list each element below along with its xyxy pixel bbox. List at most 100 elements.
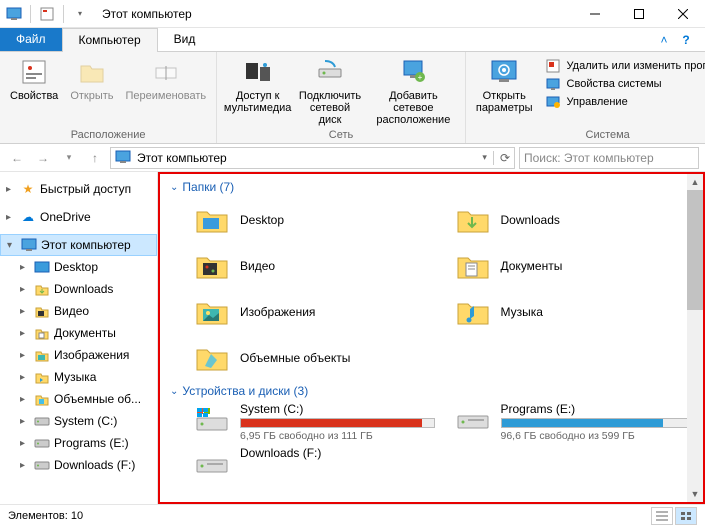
open-settings-button[interactable]: Открыть параметры xyxy=(470,54,539,116)
address-bar[interactable]: Этот компьютер ▾ ⟳ xyxy=(110,147,515,169)
drive-item[interactable]: System (C:)6,95 ГБ свободно из 111 ГБ xyxy=(194,402,435,442)
tree-item-label: Изображения xyxy=(54,348,129,362)
minimize-button[interactable] xyxy=(573,0,617,28)
scroll-up-icon[interactable]: ▲ xyxy=(687,174,703,190)
folder-item[interactable]: Downloads xyxy=(455,198,696,242)
folder-item[interactable]: Объемные объекты xyxy=(194,336,435,380)
tree-onedrive[interactable]: ▸ ☁ OneDrive xyxy=(0,206,157,228)
nav-forward-button[interactable]: → xyxy=(32,147,54,169)
system-properties-icon xyxy=(545,76,561,92)
chevron-right-icon[interactable]: ▸ xyxy=(20,284,30,295)
address-dropdown-icon[interactable]: ▾ xyxy=(482,152,487,163)
properties-button[interactable]: Свойства xyxy=(4,54,64,104)
tree-quick-access[interactable]: ▸ ★ Быстрый доступ xyxy=(0,178,157,200)
uninstall-icon xyxy=(545,58,561,74)
system-properties-label: Свойства системы xyxy=(567,78,662,90)
scroll-thumb[interactable] xyxy=(687,190,703,310)
address-bar-row: ← → ▾ ↑ Этот компьютер ▾ ⟳ Поиск: Этот к… xyxy=(0,144,705,172)
tree-item[interactable]: ▸ Desktop xyxy=(0,256,157,278)
search-box[interactable]: Поиск: Этот компьютер xyxy=(519,147,699,169)
folder-item[interactable]: Видео xyxy=(194,244,435,288)
folder-name: Desktop xyxy=(240,213,284,227)
tree-item[interactable]: ▸Объемные об... xyxy=(0,388,157,410)
maximize-button[interactable] xyxy=(617,0,661,28)
chevron-right-icon[interactable]: ▸ xyxy=(20,416,30,427)
scroll-down-icon[interactable]: ▼ xyxy=(687,486,703,502)
qat-dropdown-icon[interactable]: ▾ xyxy=(70,4,90,24)
tab-computer[interactable]: Компьютер xyxy=(62,28,158,52)
tree-item[interactable]: ▸Downloads xyxy=(0,278,157,300)
scroll-track[interactable] xyxy=(687,190,703,486)
folder-item[interactable]: Изображения xyxy=(194,290,435,334)
close-button[interactable] xyxy=(661,0,705,28)
chevron-right-icon[interactable]: ▸ xyxy=(6,212,16,223)
chevron-down-icon[interactable]: ▾ xyxy=(7,240,17,251)
folder-name: Изображения xyxy=(240,305,315,319)
star-icon: ★ xyxy=(20,181,36,197)
folder-icon xyxy=(194,248,230,284)
media-access-button[interactable]: Доступ к мультимедиа xyxy=(221,54,294,116)
drive-item[interactable]: Programs (E:)96,6 ГБ свободно из 599 ГБ xyxy=(455,402,696,442)
tree-item[interactable]: ▸Документы xyxy=(0,322,157,344)
ribbon: Свойства Открыть Переименовать Расположе… xyxy=(0,52,705,144)
chevron-right-icon[interactable]: ▸ xyxy=(20,262,30,273)
tree-item-label: Desktop xyxy=(54,260,98,274)
icons-view-button[interactable] xyxy=(675,507,697,525)
tab-file[interactable]: Файл xyxy=(0,28,62,51)
chevron-right-icon[interactable]: ▸ xyxy=(20,328,30,339)
chevron-right-icon[interactable]: ▸ xyxy=(20,394,30,405)
tree-item[interactable]: ▸System (C:) xyxy=(0,410,157,432)
cloud-icon: ☁ xyxy=(20,209,36,225)
nav-back-button[interactable]: ← xyxy=(6,147,28,169)
folder-item[interactable]: Документы xyxy=(455,244,696,288)
map-drive-icon xyxy=(314,56,346,88)
map-drive-button[interactable]: Подключить сетевой диск xyxy=(294,54,366,128)
refresh-icon[interactable]: ⟳ xyxy=(493,151,510,165)
address-path: Этот компьютер xyxy=(137,151,227,165)
qat-properties-icon[interactable] xyxy=(37,4,57,24)
folders-group-header[interactable]: ⌄ Папки (7) xyxy=(164,178,695,198)
chevron-down-icon: ⌄ xyxy=(170,386,178,397)
ribbon-tabs: Файл Компьютер Вид ˄ ? xyxy=(0,28,705,52)
media-label: Доступ к мультимедиа xyxy=(224,90,292,114)
ribbon-help-area: ˄ ? xyxy=(653,28,705,51)
chevron-right-icon[interactable]: ▸ xyxy=(20,438,30,449)
tree-item[interactable]: ▸ Изображения xyxy=(0,344,157,366)
tree-item[interactable]: ▸Downloads (F:) xyxy=(0,454,157,476)
chevron-right-icon[interactable]: ▸ xyxy=(20,372,30,383)
details-view-button[interactable] xyxy=(651,507,673,525)
chevron-right-icon[interactable]: ▸ xyxy=(20,350,30,361)
help-icon[interactable]: ? xyxy=(675,33,697,47)
tree-item[interactable]: ▸Музыка xyxy=(0,366,157,388)
drive-icon xyxy=(194,446,230,482)
tab-view[interactable]: Вид xyxy=(158,28,212,51)
ribbon-collapse-icon[interactable]: ˄ xyxy=(653,33,675,47)
chevron-right-icon[interactable]: ▸ xyxy=(20,460,30,471)
drive-usage-bar xyxy=(240,418,435,428)
tree-item[interactable]: ▸ Programs (E:) xyxy=(0,432,157,454)
tree-item[interactable]: ▸Видео xyxy=(0,300,157,322)
folder-name: Музыка xyxy=(501,305,543,319)
manage-button[interactable]: Управление xyxy=(545,94,705,110)
open-icon xyxy=(76,56,108,88)
uninstall-button[interactable]: Удалить или изменить программу xyxy=(545,58,705,74)
drives-group-header[interactable]: ⌄ Устройства и диски (3) xyxy=(164,382,695,402)
system-properties-button[interactable]: Свойства системы xyxy=(545,76,705,92)
quick-access-toolbar: ▾ xyxy=(0,4,94,24)
folder-item[interactable]: Desktop xyxy=(194,198,435,242)
drive-item[interactable]: Downloads (F:) xyxy=(194,446,435,482)
folder-item[interactable]: Музыка xyxy=(455,290,696,334)
separator xyxy=(63,5,64,23)
tree-label: Быстрый доступ xyxy=(40,182,131,196)
chevron-right-icon[interactable]: ▸ xyxy=(6,184,16,195)
nav-history-dropdown[interactable]: ▾ xyxy=(58,147,80,169)
content-pane: ⌄ Папки (7) Desktop Downloads Видео Докумен… xyxy=(158,172,705,504)
nav-up-button[interactable]: ↑ xyxy=(84,147,106,169)
add-network-location-button[interactable]: + Добавить сетевое расположение xyxy=(366,54,461,128)
chevron-right-icon[interactable]: ▸ xyxy=(20,306,30,317)
drives-header-text: Устройства и диски (3) xyxy=(182,384,308,398)
vertical-scrollbar[interactable]: ▲ ▼ xyxy=(687,174,703,502)
tree-item-label: Programs (E:) xyxy=(54,436,129,450)
tree-this-pc[interactable]: ▾ Этот компьютер xyxy=(0,234,157,256)
item-icon xyxy=(34,347,50,363)
